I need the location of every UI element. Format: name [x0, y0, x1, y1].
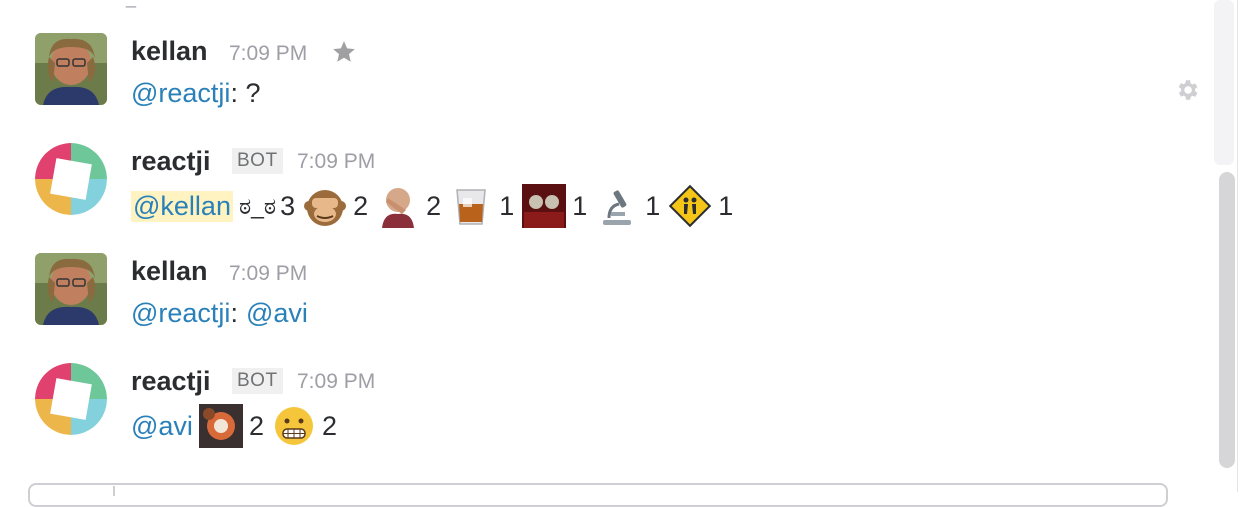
- custom-flower-icon: [198, 404, 243, 448]
- timestamp[interactable]: 7:09 PM: [297, 370, 375, 394]
- message-input[interactable]: [28, 483, 1168, 507]
- scrollbar-track-top: [1214, 0, 1234, 165]
- children-crossing-icon: [669, 184, 712, 228]
- sender-name[interactable]: reactji: [131, 366, 211, 397]
- sender-name[interactable]: kellan: [131, 36, 208, 67]
- user-mention[interactable]: @reactji: [131, 298, 230, 329]
- timestamp[interactable]: 7:09 PM: [229, 42, 307, 66]
- message-text: @avi 2 2: [131, 404, 349, 448]
- sender-name[interactable]: reactji: [131, 146, 211, 177]
- user-mention[interactable]: @reactji: [131, 78, 230, 109]
- reaction-count: 2: [426, 190, 442, 221]
- message-reactji-1: reactji BOT 7:09 PM @kellan ಠ_ಠ 3 2 2 1: [0, 132, 1200, 242]
- avatar[interactable]: [35, 253, 107, 325]
- avatar[interactable]: [35, 33, 107, 105]
- facepalm-icon: [376, 184, 421, 228]
- reaction-count: 1: [645, 190, 661, 221]
- reaction-count: 2: [321, 410, 337, 441]
- avatar[interactable]: [35, 363, 107, 435]
- user-mention[interactable]: @kellan: [131, 190, 233, 222]
- user-mention[interactable]: @avi: [246, 298, 308, 329]
- sender-name[interactable]: kellan: [131, 256, 208, 287]
- disapproval-emoji: ಠ_ಠ: [238, 192, 277, 219]
- avatar[interactable]: [35, 143, 107, 215]
- message-text: @reactji : ?: [131, 78, 260, 109]
- message-text-rest: : ?: [230, 78, 261, 108]
- message-text: @reactji : @avi: [131, 298, 308, 329]
- scrollbar-thumb[interactable]: [1219, 172, 1235, 468]
- message-separator: :: [230, 298, 238, 328]
- timestamp[interactable]: 7:09 PM: [229, 262, 307, 286]
- star-icon[interactable]: [331, 39, 357, 65]
- user-mention[interactable]: @avi: [131, 411, 193, 442]
- message-kellan-2: kellan 7:09 PM @reactji : @avi: [0, 242, 1200, 352]
- reaction-count: 1: [718, 190, 734, 221]
- reaction-count: 1: [572, 190, 588, 221]
- muppets-balcony-icon: [522, 184, 567, 228]
- panel-divider: [1237, 0, 1238, 492]
- reaction-count: 3: [280, 190, 296, 221]
- message-text: @kellan ಠ_ಠ 3 2 2 1 1 1 1: [131, 184, 745, 228]
- composer-divider: [113, 486, 115, 496]
- timestamp[interactable]: 7:09 PM: [297, 150, 375, 174]
- cut-off-text: _: [126, 0, 136, 9]
- bot-badge: BOT: [232, 148, 283, 174]
- whiskey-glass-icon: [456, 189, 487, 225]
- message-reactji-2: reactji BOT 7:09 PM @avi 2 2: [0, 352, 1200, 462]
- see-no-evil-monkey-icon: [304, 190, 347, 226]
- message-kellan-1: kellan 7:09 PM @reactji : ?: [0, 22, 1200, 132]
- reaction-count: 1: [499, 190, 515, 221]
- reaction-count: 2: [248, 410, 264, 441]
- bot-badge: BOT: [232, 368, 283, 394]
- microscope-icon: [603, 190, 632, 225]
- reaction-count: 2: [353, 190, 369, 221]
- gear-icon[interactable]: [1174, 77, 1200, 103]
- grimacing-icon: [274, 407, 313, 445]
